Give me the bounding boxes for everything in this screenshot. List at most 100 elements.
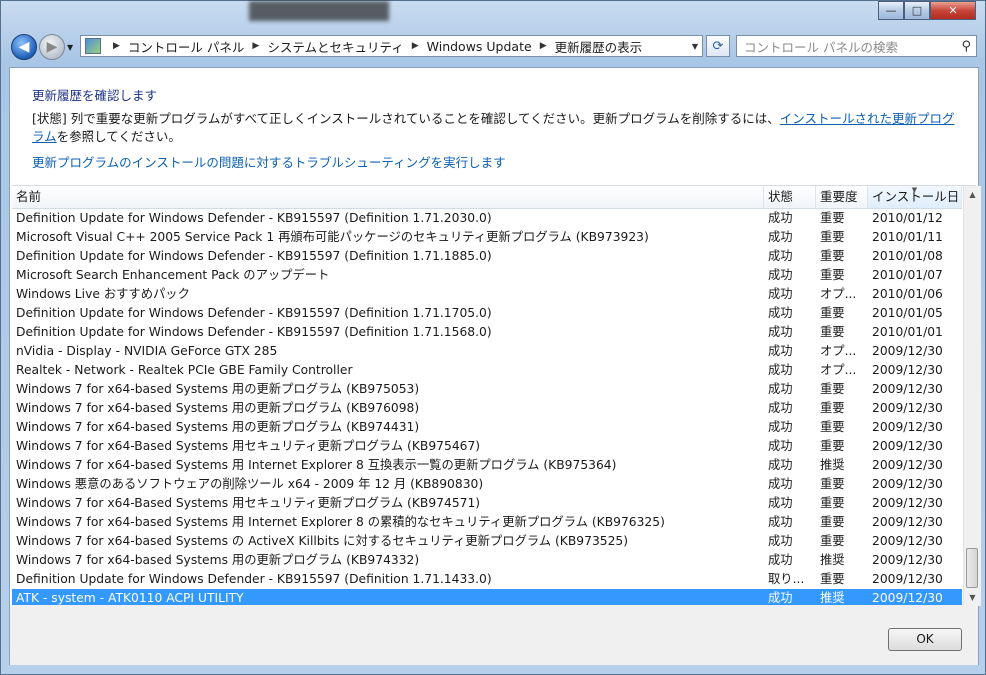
- back-button[interactable]: ◀: [11, 34, 37, 60]
- vertical-scrollbar[interactable]: ▲ ▼: [963, 186, 981, 606]
- breadcrumb-separator-icon[interactable]: ▶: [412, 41, 419, 51]
- breadcrumb-update-history[interactable]: 更新履歴の表示: [555, 37, 643, 56]
- table-row[interactable]: Definition Update for Windows Defender -…: [12, 209, 962, 228]
- table-row[interactable]: Definition Update for Windows Defender -…: [12, 247, 962, 266]
- breadcrumb-windows-update[interactable]: Windows Update: [427, 39, 532, 54]
- table-row[interactable]: Windows Live おすすめパック 成功 オプ... 2010/01/06: [12, 285, 962, 304]
- search-placeholder: コントロール パネルの検索: [744, 39, 898, 55]
- dialog-footer: OK: [10, 605, 978, 665]
- list-rows: Definition Update for Windows Defender -…: [12, 209, 962, 608]
- cell-install-date: 2009/12/30: [872, 515, 943, 529]
- cell-status: 成功: [768, 439, 793, 453]
- cell-name: Windows 7 for x64-Based Systems 用セキュリティ更…: [16, 496, 481, 510]
- cell-name: Windows 7 for x64-based Systems 用 Intern…: [16, 515, 665, 529]
- cell-name: Windows 7 for x64-based Systems 用の更新プログラ…: [16, 420, 420, 434]
- cell-status: 成功: [768, 325, 793, 339]
- table-row[interactable]: Definition Update for Windows Defender -…: [12, 323, 962, 342]
- table-row[interactable]: Windows 7 for x64-based Systems 用の更新プログラ…: [12, 551, 962, 570]
- cell-install-date: 2009/12/30: [872, 401, 943, 415]
- table-row[interactable]: Windows 7 for x64-based Systems 用の更新プログラ…: [12, 399, 962, 418]
- cell-status: 成功: [768, 211, 793, 225]
- cell-status: 成功: [768, 306, 793, 320]
- cell-importance: 重要: [820, 515, 845, 529]
- address-bar[interactable]: ▶ コントロール パネル ▶ システムとセキュリティ ▶ Windows Upd…: [80, 35, 703, 57]
- cell-name: Microsoft Search Enhancement Pack のアップデー…: [16, 268, 330, 282]
- cell-install-date: 2010/01/11: [872, 230, 943, 244]
- table-row[interactable]: Windows 7 for x64-based Systems 用の更新プログラ…: [12, 380, 962, 399]
- breadcrumb-system-security[interactable]: システムとセキュリティ: [267, 37, 403, 56]
- scroll-up-icon[interactable]: ▲: [964, 186, 981, 203]
- breadcrumb-separator-icon[interactable]: ▶: [540, 41, 547, 51]
- column-header-status[interactable]: 状態: [764, 186, 816, 208]
- cell-importance: オプ...: [820, 363, 857, 377]
- table-row[interactable]: Windows 7 for x64-Based Systems 用セキュリティ更…: [12, 494, 962, 513]
- column-header-importance[interactable]: 重要度: [816, 186, 868, 208]
- cell-importance: 重要: [820, 439, 845, 453]
- scroll-down-icon[interactable]: ▼: [964, 589, 981, 606]
- refresh-button[interactable]: ⟳: [706, 35, 730, 57]
- cell-importance: 重要: [820, 382, 845, 396]
- table-row[interactable]: Realtek - Network - Realtek PCIe GBE Fam…: [12, 361, 962, 380]
- table-row[interactable]: Windows 悪意のあるソフトウェアの削除ツール x64 - 2009 年 1…: [12, 475, 962, 494]
- cell-install-date: 2009/12/30: [872, 534, 943, 548]
- cell-status: 成功: [768, 230, 793, 244]
- content-pane: 更新履歴を確認します [状態] 列で重要な更新プログラムがすべて正しくインストー…: [9, 67, 981, 665]
- description-text-end: を参照してください。: [56, 129, 181, 144]
- cell-install-date: 2009/12/30: [872, 363, 943, 377]
- cell-status: 成功: [768, 515, 793, 529]
- table-row[interactable]: Windows 7 for x64-based Systems 用 Intern…: [12, 456, 962, 475]
- table-row[interactable]: Microsoft Search Enhancement Pack のアップデー…: [12, 266, 962, 285]
- column-header-install-date[interactable]: ▼ インストール日: [868, 186, 962, 208]
- table-row[interactable]: Windows 7 for x64-based Systems 用の更新プログラ…: [12, 418, 962, 437]
- cell-importance: 重要: [820, 306, 845, 320]
- ok-button[interactable]: OK: [888, 628, 962, 651]
- list-header: 名前 状態 重要度 ▼ インストール日: [12, 186, 962, 209]
- cell-name: Definition Update for Windows Defender -…: [16, 325, 492, 339]
- minimize-button[interactable]: —: [878, 1, 904, 20]
- cell-name: nVidia - Display - NVIDIA GeForce GTX 28…: [16, 344, 278, 358]
- cell-status: 成功: [768, 477, 793, 491]
- cell-importance: 重要: [820, 401, 845, 415]
- troubleshoot-link[interactable]: 更新プログラムのインストールの問題に対するトラブルシューティングを実行します: [32, 152, 506, 171]
- breadcrumb-control-panel[interactable]: コントロール パネル: [128, 37, 244, 56]
- cell-install-date: 2009/12/30: [872, 382, 943, 396]
- cell-status: 成功: [768, 344, 793, 358]
- cell-importance: 重要: [820, 420, 845, 434]
- page-description: [状態] 列で重要な更新プログラムがすべて正しくインストールされていることを確認…: [32, 110, 962, 146]
- column-header-name[interactable]: 名前: [12, 186, 764, 208]
- table-row[interactable]: nVidia - Display - NVIDIA GeForce GTX 28…: [12, 342, 962, 361]
- close-button[interactable]: ✕: [930, 1, 976, 20]
- breadcrumb-separator-icon[interactable]: ▶: [113, 41, 120, 51]
- cell-install-date: 2009/12/30: [872, 458, 943, 472]
- cell-name: Microsoft Visual C++ 2005 Service Pack 1…: [16, 230, 649, 244]
- cell-status: 成功: [768, 268, 793, 282]
- cell-importance: 重要: [820, 477, 845, 491]
- table-row[interactable]: Windows 7 for x64-based Systems 用 Intern…: [12, 513, 962, 532]
- table-row[interactable]: Windows 7 for x64-Based Systems 用セキュリティ更…: [12, 437, 962, 456]
- cell-name: Definition Update for Windows Defender -…: [16, 211, 492, 225]
- cell-status: 成功: [768, 534, 793, 548]
- search-input[interactable]: コントロール パネルの検索 ⚲: [736, 35, 977, 57]
- cell-name: Realtek - Network - Realtek PCIe GBE Fam…: [16, 363, 353, 377]
- cell-importance: 重要: [820, 268, 845, 282]
- maximize-button[interactable]: □: [904, 1, 930, 20]
- cell-name: Windows 7 for x64-based Systems 用の更新プログラ…: [16, 553, 420, 567]
- recent-pages-dropdown-icon[interactable]: ▼: [67, 43, 73, 52]
- cell-importance: 重要: [820, 496, 845, 510]
- forward-button[interactable]: ▶: [39, 34, 65, 60]
- search-icon[interactable]: ⚲: [961, 39, 971, 54]
- cell-name: Definition Update for Windows Defender -…: [16, 306, 492, 320]
- cell-name: Definition Update for Windows Defender -…: [16, 249, 492, 263]
- cell-name: Windows Live おすすめパック: [16, 287, 190, 301]
- breadcrumb-separator-icon[interactable]: ▶: [252, 41, 259, 51]
- table-row[interactable]: Definition Update for Windows Defender -…: [12, 304, 962, 323]
- table-row[interactable]: Microsoft Visual C++ 2005 Service Pack 1…: [12, 228, 962, 247]
- window-controls: — □ ✕: [878, 1, 976, 20]
- cell-install-date: 2009/12/30: [872, 496, 943, 510]
- cell-install-date: 2009/12/30: [872, 553, 943, 567]
- cell-name: Windows 7 for x64-Based Systems 用セキュリティ更…: [16, 439, 481, 453]
- address-dropdown-icon[interactable]: ▼: [692, 42, 698, 51]
- table-row[interactable]: Definition Update for Windows Defender -…: [12, 570, 962, 589]
- scrollbar-thumb[interactable]: [966, 548, 978, 588]
- table-row[interactable]: Windows 7 for x64-based Systems の Active…: [12, 532, 962, 551]
